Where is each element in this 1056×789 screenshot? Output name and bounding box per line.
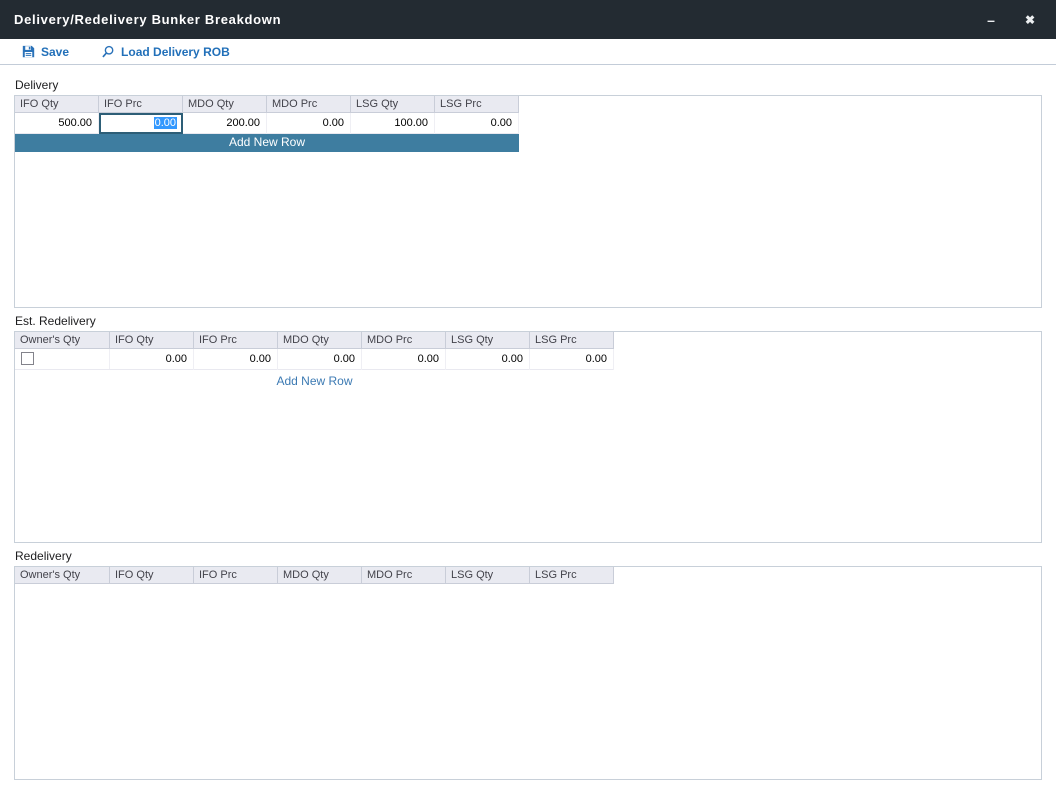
cell-mdo-prc[interactable]: 0.00: [362, 349, 446, 370]
column-header-lsg-qty: LSG Qty: [446, 567, 530, 584]
cell-ifo-qty[interactable]: 500.00: [15, 113, 99, 134]
floppy-disk-icon: [22, 45, 35, 58]
redelivery-panel: Owner's Qty IFO Qty IFO Prc MDO Qty MDO …: [14, 566, 1042, 780]
minimize-button[interactable]: –: [979, 8, 1003, 32]
delivery-section-label: Delivery: [15, 79, 1042, 92]
column-header-mdo-qty: MDO Qty: [183, 96, 267, 113]
column-header-ifo-prc: IFO Prc: [99, 96, 183, 113]
column-header-lsg-prc: LSG Prc: [435, 96, 519, 113]
column-header-mdo-qty: MDO Qty: [278, 332, 362, 349]
column-header-owners-qty: Owner's Qty: [15, 332, 110, 349]
column-header-mdo-prc: MDO Prc: [267, 96, 351, 113]
column-header-ifo-prc: IFO Prc: [194, 332, 278, 349]
delivery-data-row: 500.00 0.00 200.00 0.00 100.00 0.00: [15, 113, 519, 134]
delivery-header-row: IFO Qty IFO Prc MDO Qty MDO Prc LSG Qty …: [15, 96, 519, 113]
delivery-panel: IFO Qty IFO Prc MDO Qty MDO Prc LSG Qty …: [14, 95, 1042, 308]
selected-cell-text: 0.00: [154, 117, 177, 129]
redelivery-section-label: Redelivery: [15, 550, 1042, 563]
column-header-ifo-qty: IFO Qty: [110, 332, 194, 349]
est-redelivery-add-new-row-button[interactable]: Add New Row: [276, 374, 352, 388]
column-header-lsg-prc: LSG Prc: [530, 567, 614, 584]
est-redelivery-section: Est. Redelivery Owner's Qty IFO Qty IFO …: [14, 315, 1042, 543]
cell-ifo-prc[interactable]: 0.00: [194, 349, 278, 370]
column-header-owners-qty: Owner's Qty: [15, 567, 110, 584]
cell-lsg-prc[interactable]: 0.00: [530, 349, 614, 370]
load-delivery-rob-label: Load Delivery ROB: [121, 45, 230, 59]
cell-mdo-prc[interactable]: 0.00: [267, 113, 351, 134]
column-header-lsg-qty: LSG Qty: [351, 96, 435, 113]
column-header-mdo-prc: MDO Prc: [362, 332, 446, 349]
delivery-grid: IFO Qty IFO Prc MDO Qty MDO Prc LSG Qty …: [15, 96, 519, 152]
owners-qty-checkbox[interactable]: [21, 352, 34, 365]
close-button[interactable]: ✖: [1018, 8, 1042, 32]
cell-owners-qty: [15, 349, 110, 369]
cell-mdo-qty[interactable]: 0.00: [278, 349, 362, 370]
load-delivery-rob-button[interactable]: Load Delivery ROB: [101, 45, 230, 59]
redelivery-grid: Owner's Qty IFO Qty IFO Prc MDO Qty MDO …: [15, 567, 614, 584]
est-redelivery-section-label: Est. Redelivery: [15, 315, 1042, 328]
save-button-label: Save: [41, 45, 69, 59]
column-header-lsg-prc: LSG Prc: [530, 332, 614, 349]
column-header-mdo-prc: MDO Prc: [362, 567, 446, 584]
est-redelivery-add-row-container: Add New Row: [15, 370, 614, 392]
cell-ifo-prc-editing[interactable]: 0.00: [99, 113, 183, 134]
window-titlebar: Delivery/Redelivery Bunker Breakdown – ✖: [0, 0, 1056, 39]
magnifier-icon: [101, 45, 115, 59]
delivery-section: Delivery IFO Qty IFO Prc MDO Qty MDO Prc…: [14, 79, 1042, 308]
dialog-content: Delivery IFO Qty IFO Prc MDO Qty MDO Prc…: [0, 65, 1056, 780]
window-controls: – ✖: [964, 8, 1042, 32]
est-redelivery-header-row: Owner's Qty IFO Qty IFO Prc MDO Qty MDO …: [15, 332, 614, 349]
column-header-lsg-qty: LSG Qty: [446, 332, 530, 349]
column-header-ifo-qty: IFO Qty: [110, 567, 194, 584]
column-header-ifo-qty: IFO Qty: [15, 96, 99, 113]
cell-lsg-qty[interactable]: 100.00: [351, 113, 435, 134]
est-redelivery-panel: Owner's Qty IFO Qty IFO Prc MDO Qty MDO …: [14, 331, 1042, 543]
save-button[interactable]: Save: [22, 45, 69, 59]
delivery-add-new-row-button[interactable]: Add New Row: [15, 134, 519, 152]
redelivery-section: Redelivery Owner's Qty IFO Qty IFO Prc M…: [14, 550, 1042, 780]
cell-lsg-prc[interactable]: 0.00: [435, 113, 519, 134]
window-title: Delivery/Redelivery Bunker Breakdown: [14, 12, 281, 27]
cell-ifo-qty[interactable]: 0.00: [110, 349, 194, 370]
toolbar: Save Load Delivery ROB: [0, 39, 1056, 65]
redelivery-header-row: Owner's Qty IFO Qty IFO Prc MDO Qty MDO …: [15, 567, 614, 584]
est-redelivery-data-row: 0.00 0.00 0.00 0.00 0.00 0.00: [15, 349, 614, 370]
cell-mdo-qty[interactable]: 200.00: [183, 113, 267, 134]
column-header-mdo-qty: MDO Qty: [278, 567, 362, 584]
cell-lsg-qty[interactable]: 0.00: [446, 349, 530, 370]
est-redelivery-grid: Owner's Qty IFO Qty IFO Prc MDO Qty MDO …: [15, 332, 614, 392]
column-header-ifo-prc: IFO Prc: [194, 567, 278, 584]
